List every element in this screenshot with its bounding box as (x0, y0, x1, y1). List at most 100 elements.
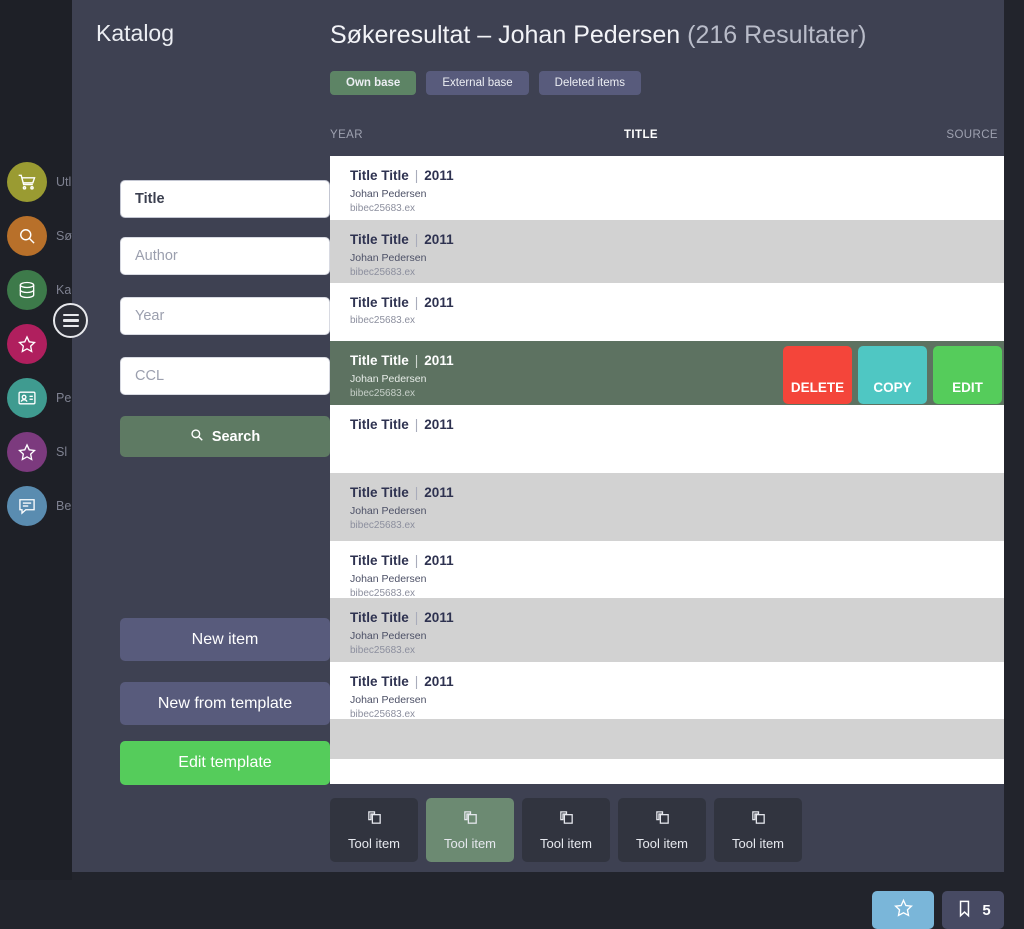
result-list[interactable]: Title Title | 2011 Johan Pedersen bibec25683… (330, 156, 1004, 784)
row-title: Title Title (350, 553, 409, 568)
search-button[interactable]: Search (120, 416, 330, 457)
menu-bar (62, 319, 79, 322)
star-icon (7, 432, 47, 472)
author-input[interactable]: Author (120, 237, 330, 275)
row-heading: Title Title | 2011 (350, 674, 984, 689)
rail-item-utl[interactable]: Utl (0, 155, 72, 209)
row-separator: | (414, 353, 419, 368)
row-separator: | (414, 295, 419, 310)
ccl-input-placeholder: CCL (135, 368, 165, 384)
rail-item-sø[interactable]: Sø (0, 209, 72, 263)
tab-external-base[interactable]: External base (426, 71, 529, 95)
row-year: 2011 (424, 232, 454, 247)
bottom-toolbar: Tool item Tool item Tool item Tool item Tool… (330, 798, 802, 862)
row-title: Title Title (350, 610, 409, 625)
tool-item-4[interactable]: Tool item (618, 798, 706, 862)
copy-button[interactable]: COPY (858, 346, 927, 404)
tab-deleted-items[interactable]: Deleted items (538, 71, 641, 95)
table-row[interactable]: Title Title | 2011 Johan Pedersen bibec25683… (330, 662, 1004, 720)
row-author: Johan Pedersen (350, 573, 427, 585)
row-author: Johan Pedersen (350, 188, 427, 200)
search-icon (7, 216, 47, 256)
results-heading-text: Søkeresultat – Johan Pedersen (330, 21, 681, 49)
row-year: 2011 (424, 485, 454, 500)
menu-icon[interactable] (53, 303, 88, 338)
row-title: Title Title (350, 232, 409, 247)
base-tabs: Own base External base Deleted items (330, 71, 641, 95)
row-author: Johan Pedersen (350, 630, 427, 642)
copy-icon (558, 809, 575, 829)
search-icon (190, 428, 204, 446)
row-source: bibec25683.ex (350, 267, 416, 278)
main-panel: Katalog Title Author Year CCL Search New… (72, 0, 1004, 872)
rail-item-label: Ka (56, 283, 72, 297)
row-source: bibec25683.ex (350, 645, 416, 656)
row-title: Title Title (350, 485, 409, 500)
row-title: Title Title (350, 168, 409, 183)
copy-icon (654, 809, 671, 829)
rail-item-label: Sl (56, 445, 68, 459)
delete-button[interactable]: DELETE (783, 346, 852, 404)
new-from-template-button[interactable]: New from template (120, 682, 330, 725)
edit-button[interactable]: EDIT (933, 346, 1002, 404)
row-year: 2011 (424, 168, 454, 183)
menu-bar (62, 324, 79, 328)
results-count: (216 Resultater) (687, 21, 867, 49)
database-icon (7, 270, 47, 310)
table-row[interactable] (330, 719, 1004, 759)
tab-own-base[interactable]: Own base (330, 71, 417, 95)
row-separator: | (414, 610, 419, 625)
menu-bar (62, 313, 79, 317)
tool-item-label: Tool item (635, 836, 689, 851)
table-row[interactable]: Title Title | 2011 bibec25683.ex (330, 283, 1004, 341)
year-input[interactable]: Year (120, 297, 330, 335)
rail-item-be[interactable]: Be (0, 479, 72, 533)
row-heading: Title Title | 2011 (350, 295, 984, 310)
row-heading: Title Title | 2011 (350, 485, 984, 500)
row-separator: | (414, 417, 419, 432)
favorite-button[interactable] (872, 891, 934, 929)
table-row[interactable]: Title Title | 2011 Johan Pedersen bibec25683… (330, 220, 1004, 283)
row-heading: Title Title | 2011 (350, 232, 984, 247)
id-card-icon (7, 378, 47, 418)
tool-item-1[interactable]: Tool item (330, 798, 418, 862)
tool-item-2[interactable]: Tool item (426, 798, 514, 862)
search-form: Title Author Year CCL Search New item Ne… (96, 0, 334, 872)
table-row[interactable]: Title Title | 2011 (330, 405, 1004, 473)
copy-icon (366, 809, 383, 829)
bookmark-count: 5 (982, 901, 991, 919)
star-icon (893, 898, 913, 922)
row-separator: | (414, 232, 419, 247)
table-row[interactable]: Title Title | 2011 Johan Pedersen bibec25683… (330, 473, 1004, 541)
tool-item-3[interactable]: Tool item (522, 798, 610, 862)
column-header-year[interactable]: YEAR (330, 129, 363, 141)
tool-item-5[interactable]: Tool item (714, 798, 802, 862)
new-item-button[interactable]: New item (120, 618, 330, 661)
tool-item-label: Tool item (539, 836, 593, 851)
rail-item-label: Be (56, 499, 72, 513)
column-header-title[interactable]: TITLE (624, 129, 658, 141)
bookmark-icon (955, 899, 974, 922)
row-heading: Title Title | 2011 (350, 553, 984, 568)
ccl-input[interactable]: CCL (120, 357, 330, 395)
tool-item-label: Tool item (731, 836, 785, 851)
bookmark-button[interactable]: 5 (942, 891, 1004, 929)
table-row[interactable]: Title Title | 2011 Johan Pedersen bibec25683… (330, 156, 1004, 220)
row-separator: | (414, 674, 419, 689)
row-author: Johan Pedersen (350, 694, 427, 706)
row-source: bibec25683.ex (350, 315, 416, 326)
chat-icon (7, 486, 47, 526)
column-header-source[interactable]: SOURCE (946, 129, 998, 141)
title-input[interactable]: Title (120, 180, 330, 218)
row-author: Johan Pedersen (350, 505, 427, 517)
table-row[interactable]: Title Title | 2011 Johan Pedersen bibec25683… (330, 341, 1004, 405)
table-row[interactable]: Title Title | 2011 Johan Pedersen bibec25683… (330, 598, 1004, 662)
row-year: 2011 (424, 295, 454, 310)
rail-item-pe[interactable]: Pe (0, 371, 72, 425)
rail-item-sl[interactable]: Sl (0, 425, 72, 479)
author-input-placeholder: Author (135, 248, 178, 264)
table-row[interactable]: Title Title | 2011 Johan Pedersen bibec25683… (330, 541, 1004, 599)
row-title: Title Title (350, 674, 409, 689)
edit-template-button[interactable]: Edit template (120, 741, 330, 785)
rail-item-list: Utl Sø Ka Pe Sl Be (0, 155, 72, 533)
